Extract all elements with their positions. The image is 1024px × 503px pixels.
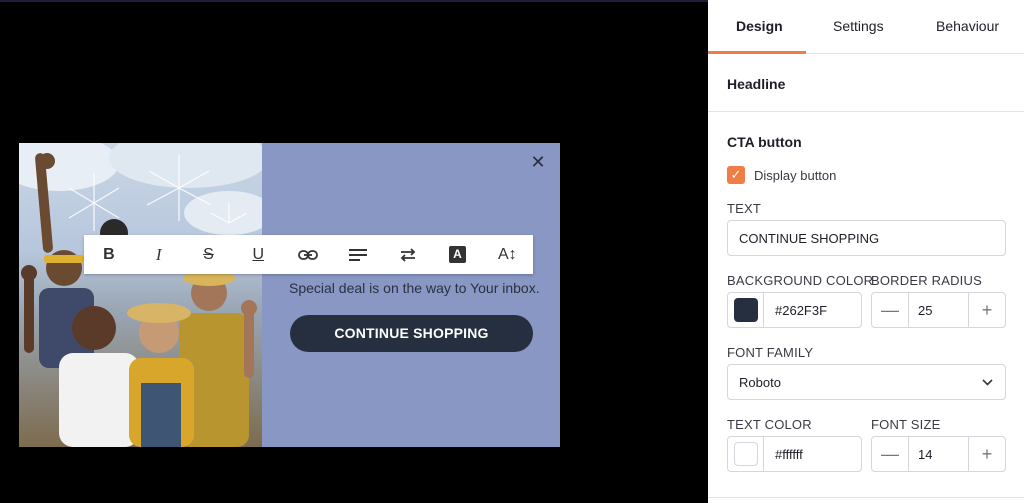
font-color-glyph: A [448,246,466,263]
font-color-icon[interactable]: A [433,235,483,274]
text-format-toolbar: B I S U A A↕ [84,235,533,274]
font-size-label: FONT SIZE [871,417,941,432]
plus-icon[interactable]: + [969,293,1005,327]
text-color-value: #ffffff [775,446,803,462]
swatch-fill [733,442,758,466]
popup-subtext[interactable]: Special deal is on the way to Your inbox… [289,280,540,296]
swatch-fill [733,298,758,322]
underline-button[interactable]: U [233,235,283,274]
text-color-label: TEXT COLOR [727,417,812,432]
bg-color-label: BACKGROUND COLOR [727,273,874,288]
plus-icon[interactable]: + [969,437,1005,471]
border-radius-value[interactable]: 25 [908,293,969,327]
tab-settings[interactable]: Settings [833,18,884,34]
italic-button[interactable]: I [134,235,184,274]
link-icon[interactable] [283,235,333,274]
section-cta-button[interactable]: CTA button [727,134,802,150]
chevron-down-icon [982,377,993,389]
border-radius-label: BORDER RADIUS [871,273,982,288]
tab-bar: Design Settings Behaviour [708,0,1024,54]
display-button-checkbox[interactable]: ✓ [727,166,745,184]
display-button-label[interactable]: Display button [754,168,836,183]
font-family-label: FONT FAMILY [727,345,814,360]
bg-color-value: #262F3F [775,302,828,318]
divider [708,111,1024,112]
settings-panel: Design Settings Behaviour Headline CTA b… [708,0,1024,503]
bg-color-input[interactable]: #262F3F [727,292,862,328]
font-size-icon[interactable]: A↕ [482,235,532,274]
strikethrough-button[interactable]: S [184,235,234,274]
text-label: TEXT [727,201,762,216]
tab-behaviour[interactable]: Behaviour [936,18,999,34]
close-icon[interactable]: ✕ [528,152,548,172]
font-family-value: Roboto [739,374,781,390]
minus-icon[interactable]: — [872,293,908,327]
font-size-value[interactable]: 14 [908,437,969,471]
text-color-swatch[interactable] [728,437,764,471]
divider [708,497,1024,498]
popup-preview[interactable]: ✕ Special deal is on the way to Your inb… [19,143,560,447]
active-tab-indicator [708,51,806,54]
font-size-stepper[interactable]: — 14 + [871,436,1006,472]
cta-button[interactable]: CONTINUE SHOPPING [290,315,533,352]
minus-icon[interactable]: — [872,437,908,471]
section-headline[interactable]: Headline [727,76,785,92]
cta-text-value: CONTINUE SHOPPING [739,230,880,246]
border-radius-stepper[interactable]: — 25 + [871,292,1006,328]
tab-design[interactable]: Design [736,18,783,34]
bg-color-swatch[interactable] [728,293,764,327]
text-direction-icon[interactable] [383,235,433,274]
font-family-select[interactable]: Roboto [727,364,1006,400]
text-color-input[interactable]: #ffffff [727,436,862,472]
cta-text-input[interactable]: CONTINUE SHOPPING [727,220,1006,256]
align-left-icon[interactable] [333,235,383,274]
hero-photo [19,143,262,447]
bold-button[interactable]: B [84,235,134,274]
